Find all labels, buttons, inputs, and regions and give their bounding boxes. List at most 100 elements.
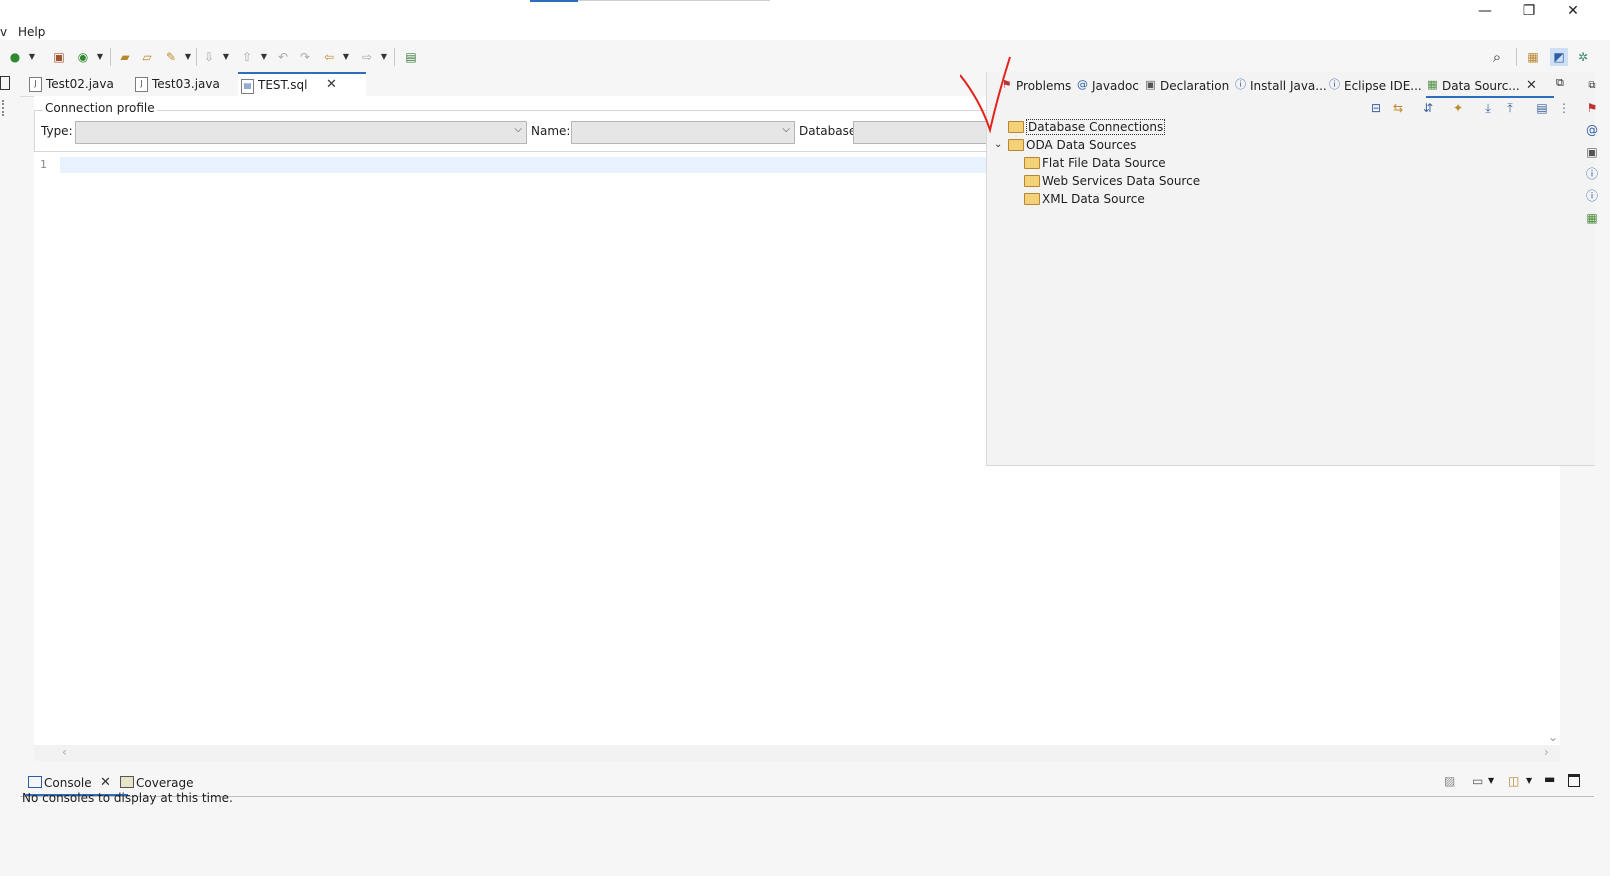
pin-editor-icon[interactable]: ▤ [402,48,420,66]
tab-data-source-explorer[interactable]: ▦ Data Sourc... ✕ [1426,76,1554,98]
tree-label: Web Services Data Source [1042,174,1201,188]
title-divider [578,0,770,1]
line-number: 1 [40,158,47,171]
tab-test03-java[interactable]: J Test03.java [132,72,244,96]
tab-test02-java[interactable]: J Test02.java [26,72,138,96]
chevron-down-icon[interactable]: ▼ [1488,776,1494,785]
tree-label: XML Data Source [1042,192,1145,206]
side-grip[interactable] [2,100,8,116]
annotation-stroke [960,56,1011,134]
export-icon[interactable]: ⤒ [1502,100,1518,116]
tree-label: Flat File Data Source [1042,156,1166,170]
close-tab-icon[interactable]: ✕ [1526,76,1537,96]
info-icon: ⓘ [1329,78,1340,91]
chevron-down-icon[interactable]: ⌄ [994,136,1002,154]
chevron-down-icon[interactable]: ▼ [1526,776,1532,785]
java-file-icon: J [29,77,42,92]
search-tool-icon[interactable]: ✎ [162,48,180,66]
coverage-icon [120,776,134,788]
maximize-view-icon[interactable]: ⧉ [1556,76,1564,90]
view-menu-icon[interactable]: ⋮ [1556,100,1572,116]
close-window-button[interactable]: ✕ [1551,0,1595,24]
tree-item-xml-data-source[interactable]: XML Data Source [1024,190,1224,208]
search-icon[interactable]: ⌕ [1488,48,1506,66]
declaration-icon[interactable]: ▣ [1584,144,1600,160]
horizontal-scrollbar[interactable]: ‹ › [34,745,1560,761]
tab-label: Data Sourc... [1442,79,1520,93]
filter-icon[interactable]: ⇵ [1420,100,1436,116]
tab-label: Test03.java [152,77,220,91]
redo-icon[interactable]: ↷ [296,48,314,66]
prev-annotation-icon[interactable]: ⇧ [238,48,256,66]
problems-icon[interactable]: ⚑ [1584,100,1600,116]
minimize-panel-icon[interactable] [0,76,10,90]
open-console-icon[interactable]: ◫ [1508,774,1519,788]
collapse-all-icon[interactable]: ⊟ [1368,100,1384,116]
link-with-editor-icon[interactable]: ⇆ [1390,100,1406,116]
tree-item-flat-file-data-source[interactable]: Flat File Data Source [1024,154,1224,172]
tree-item-web-services-data-source[interactable]: Web Services Data Source [1024,172,1244,190]
maximize-icon[interactable] [1568,774,1580,787]
restore-button[interactable]: ❐ [1507,0,1551,24]
new-wizard-icon[interactable]: ◉ [74,48,92,66]
new-connection-icon[interactable]: ✦ [1450,100,1466,116]
tab-label: Console [44,776,92,790]
scroll-down-icon[interactable]: ⌄ [1548,730,1558,744]
line-number-gutter: 1 [34,155,58,745]
type-combo[interactable]: ⌵ [75,121,527,144]
open-perspective-icon[interactable]: ▦ [1524,48,1542,66]
open-type-icon[interactable]: ▱ [138,48,156,66]
folder-icon [1024,193,1040,205]
java-file-icon: J [135,77,148,92]
open-folder-icon[interactable]: ▰ [116,48,134,66]
scroll-left-icon[interactable]: ‹ [62,745,67,759]
tab-label: Javadoc [1092,79,1139,93]
tab-eclipse-ide[interactable]: ⓘ Eclipse IDE... [1328,76,1422,96]
annotation-checkmark [960,56,1011,134]
display-console-icon[interactable]: ▭ [1472,774,1483,788]
at-icon[interactable]: @ [1584,122,1600,138]
scroll-right-icon[interactable]: › [1544,745,1549,759]
java-perspective-icon[interactable]: ◩ [1550,48,1568,66]
name-combo[interactable]: ⌵ [571,121,795,144]
last-edit-icon[interactable]: ↶ [274,48,292,66]
chevron-down-icon[interactable]: ▼ [260,48,268,66]
tab-javadoc[interactable]: @ Javadoc [1076,76,1139,96]
back-arrow-icon[interactable]: ⇦ [320,48,338,66]
folder-icon [1024,157,1040,169]
package-icon[interactable]: ▣ [50,48,68,66]
chevron-down-icon[interactable]: ▼ [342,48,350,66]
info-icon[interactable]: ⓘ [1584,188,1600,204]
editor-tab-bar: J Test02.java J Test03.java ▤ TEST.sql ✕ [0,72,1000,97]
close-tab-icon[interactable]: ✕ [326,74,337,96]
type-label: Type: [41,124,73,138]
console-output[interactable]: No consoles to display at this time. [20,791,1594,876]
info-icon[interactable]: ⓘ [1584,166,1600,182]
debug-run-icon[interactable]: ● [6,48,24,66]
import-icon[interactable]: ⤓ [1480,100,1496,116]
minimize-icon[interactable]: ▬ [1544,772,1555,786]
data-source-icon[interactable]: ▦ [1584,210,1600,226]
tab-label: Test02.java [46,77,114,91]
restore-view-icon[interactable]: ⧉ [1584,78,1600,94]
tab-declaration[interactable]: ▣ Declaration [1144,76,1229,96]
menu-help[interactable]: Help [18,25,45,39]
menu-window-partial[interactable]: v [0,25,7,39]
chevron-down-icon[interactable]: ▼ [222,48,230,66]
properties-icon[interactable]: ▤ [1534,100,1550,116]
tab-test-sql[interactable]: ▤ TEST.sql ✕ [238,72,366,96]
tab-label: Declaration [1160,79,1230,93]
toolbar-separator [196,48,197,66]
next-annotation-icon[interactable]: ⇩ [200,48,218,66]
chevron-down-icon[interactable]: ▼ [380,48,388,66]
current-line-highlight [60,157,1000,173]
chevron-down-icon[interactable]: ▼ [96,48,104,66]
tree-item-oda-data-sources[interactable]: ⌄ ODA Data Sources [994,136,1194,154]
minimize-button[interactable]: — [1463,0,1507,24]
forward-arrow-icon[interactable]: ⇨ [358,48,376,66]
chevron-down-icon[interactable]: ▼ [28,48,36,66]
pin-console-icon[interactable]: ▨ [1444,774,1455,788]
debug-perspective-icon[interactable]: ✲ [1574,48,1592,66]
chevron-down-icon[interactable]: ▼ [184,48,192,66]
tab-install-java[interactable]: ⓘ Install Java... [1234,76,1327,96]
